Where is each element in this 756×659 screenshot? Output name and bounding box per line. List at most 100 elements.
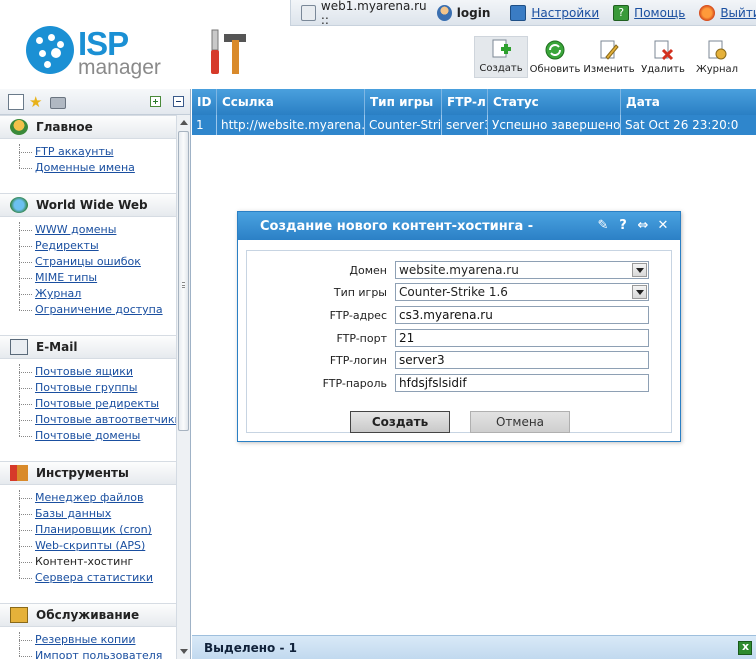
favorites-star-icon[interactable]: ★ <box>29 94 45 110</box>
log-button[interactable]: Журнал <box>690 36 744 78</box>
sidebar-item[interactable]: Планировщик (cron) <box>0 522 176 538</box>
column-id[interactable]: ID <box>192 89 217 115</box>
sidebar-item-label[interactable]: Почтовые автоответчики <box>35 413 176 426</box>
help-icon[interactable]: ? <box>616 219 630 233</box>
sidebar-item-label[interactable]: Базы данных <box>35 507 111 520</box>
sidebar-item-label[interactable]: WWW домены <box>35 223 116 236</box>
pin-icon[interactable]: ✎ <box>596 219 610 233</box>
sidebar-item-label[interactable]: Доменные имена <box>35 161 135 174</box>
scroll-thumb[interactable] <box>178 131 189 431</box>
sidebar-item[interactable]: Почтовые группы <box>0 380 176 396</box>
sidebar-item[interactable]: Web-скрипты (APS) <box>0 538 176 554</box>
help-label[interactable]: Помощь <box>634 6 685 20</box>
sidebar-item-label[interactable]: Журнал <box>35 287 81 300</box>
field-game-type: Тип игры Counter-Strike 1.6 <box>247 283 649 301</box>
scroll-down-icon[interactable] <box>180 649 188 654</box>
sidebar-item[interactable]: Контент-хостинг <box>0 554 176 570</box>
sidebar-item-label[interactable]: Импорт пользователя <box>35 649 162 659</box>
edit-button[interactable]: Изменить <box>582 36 636 78</box>
sidebar-item-label[interactable]: Планировщик (cron) <box>35 523 152 536</box>
sidebar-item-label[interactable]: MIME типы <box>35 271 97 284</box>
chevron-down-icon[interactable] <box>632 263 647 277</box>
sidebar-item[interactable]: Базы данных <box>0 506 176 522</box>
delete-button[interactable]: Удалить <box>636 36 690 78</box>
close-icon[interactable]: ✕ <box>656 219 670 233</box>
sidebar-item-label[interactable]: Резервные копии <box>35 633 136 646</box>
cancel-button[interactable]: Отмена <box>470 411 570 433</box>
ftp-port-input[interactable]: 21 <box>395 329 649 347</box>
sidebar-item-label[interactable]: Почтовые ящики <box>35 365 133 378</box>
sidebar-item[interactable]: WWW домены <box>0 222 176 238</box>
sidebar-item[interactable]: Почтовые автоответчики <box>0 412 176 428</box>
sidebar-item[interactable]: Менеджер файлов <box>0 490 176 506</box>
column-ftp-login[interactable]: FTP-л <box>442 89 488 115</box>
logout-link[interactable]: Выйти <box>695 0 756 25</box>
sidebar-group-title: E-Mail <box>36 340 78 354</box>
sidebar-item-label[interactable]: Почтовые группы <box>35 381 137 394</box>
sidebar-group-header[interactable]: Главное <box>0 115 176 139</box>
sidebar-item-label[interactable]: Почтовые редиректы <box>35 397 159 410</box>
isp-manager-logo: ISP manager <box>26 26 166 82</box>
sidebar-item[interactable]: Сервера статистики <box>0 570 176 586</box>
ftp-login-input[interactable]: server3 <box>395 351 649 369</box>
scroll-up-icon[interactable] <box>180 120 188 125</box>
sidebar-item-label[interactable]: Ограничение доступа <box>35 303 163 316</box>
sidebar-item[interactable]: Журнал <box>0 286 176 302</box>
excel-export-icon[interactable] <box>738 640 752 655</box>
sidebar-item[interactable]: Импорт пользователя <box>0 648 176 659</box>
sidebar-item[interactable]: Почтовые домены <box>0 428 176 444</box>
sidebar-group-title: Инструменты <box>36 466 129 480</box>
top-bar: web1.myarena.ru :: login Настройки ? Пом… <box>290 0 756 27</box>
ftp-address-input[interactable]: cs3.myarena.ru <box>395 306 649 324</box>
collapse-all-button[interactable] <box>173 96 184 107</box>
chevron-down-icon[interactable] <box>632 285 647 299</box>
submit-create-button[interactable]: Создать <box>350 411 450 433</box>
sidebar-group-header[interactable]: Инструменты <box>0 461 176 485</box>
sidebar-item-label[interactable]: Редиректы <box>35 239 99 252</box>
help-link[interactable]: ? Помощь <box>609 0 695 25</box>
expand-all-button[interactable] <box>150 96 161 107</box>
sidebar-item[interactable]: FTP аккаунты <box>0 144 176 160</box>
sidebar-item-label[interactable]: Менеджер файлов <box>35 491 144 504</box>
logout-label[interactable]: Выйти <box>720 6 756 20</box>
sidebar-group-header[interactable]: E-Mail <box>0 335 176 359</box>
settings-link[interactable]: Настройки <box>500 0 609 25</box>
sidebar-item-label[interactable]: FTP аккаунты <box>35 145 114 158</box>
tree-view-icon[interactable] <box>8 93 24 110</box>
sidebar-item[interactable]: Редиректы <box>0 238 176 254</box>
column-date[interactable]: Дата <box>621 89 756 115</box>
sidebar-group-header[interactable]: Обслуживание <box>0 603 176 627</box>
table-row[interactable]: 1 http://website.myarena. Counter-Strik … <box>192 115 756 135</box>
sidebar-item[interactable]: Резервные копии <box>0 632 176 648</box>
sidebar-item-label[interactable]: Web-скрипты (APS) <box>35 539 145 552</box>
sidebar-item[interactable]: MIME типы <box>0 270 176 286</box>
sidebar-item-label[interactable]: Сервера статистики <box>35 571 153 584</box>
column-game-type[interactable]: Тип игры <box>365 89 442 115</box>
game-type-select[interactable]: Counter-Strike 1.6 <box>395 283 649 301</box>
server-icon <box>301 4 316 21</box>
sidebar-group-header[interactable]: World Wide Web <box>0 193 176 217</box>
sidebar-item-label[interactable]: Страницы ошибок <box>35 255 141 268</box>
sidebar-item[interactable]: Доменные имена <box>0 160 176 176</box>
sidebar-item-label[interactable]: Почтовые домены <box>35 429 140 442</box>
column-link[interactable]: Ссылка <box>217 89 365 115</box>
grip-icon <box>182 282 185 288</box>
sidebar-item[interactable]: Почтовые редиректы <box>0 396 176 412</box>
settings-label[interactable]: Настройки <box>531 6 599 20</box>
settings-icon <box>510 4 527 21</box>
ftp-password-input[interactable]: hfdsjfslsidif <box>395 374 649 392</box>
server-info: web1.myarena.ru :: login <box>291 0 500 27</box>
sidebar-item[interactable]: Страницы ошибок <box>0 254 176 270</box>
sidebar-item[interactable]: Ограничение доступа <box>0 302 176 318</box>
briefcase-icon[interactable] <box>50 96 66 109</box>
create-button[interactable]: Создать <box>474 36 528 78</box>
column-status[interactable]: Статус <box>488 89 621 115</box>
sidebar-item-label[interactable]: Контент-хостинг <box>35 555 133 568</box>
refresh-button[interactable]: Обновить <box>528 36 582 78</box>
sidebar-item[interactable]: Почтовые ящики <box>0 364 176 380</box>
refresh-label: Обновить <box>529 64 581 75</box>
field-ftp-address: FTP-адрес cs3.myarena.ru <box>247 306 649 324</box>
sidebar-scrollbar[interactable] <box>176 115 190 659</box>
resize-icon[interactable]: ⇔ <box>636 219 650 233</box>
domain-select[interactable]: website.myarena.ru <box>395 261 649 279</box>
